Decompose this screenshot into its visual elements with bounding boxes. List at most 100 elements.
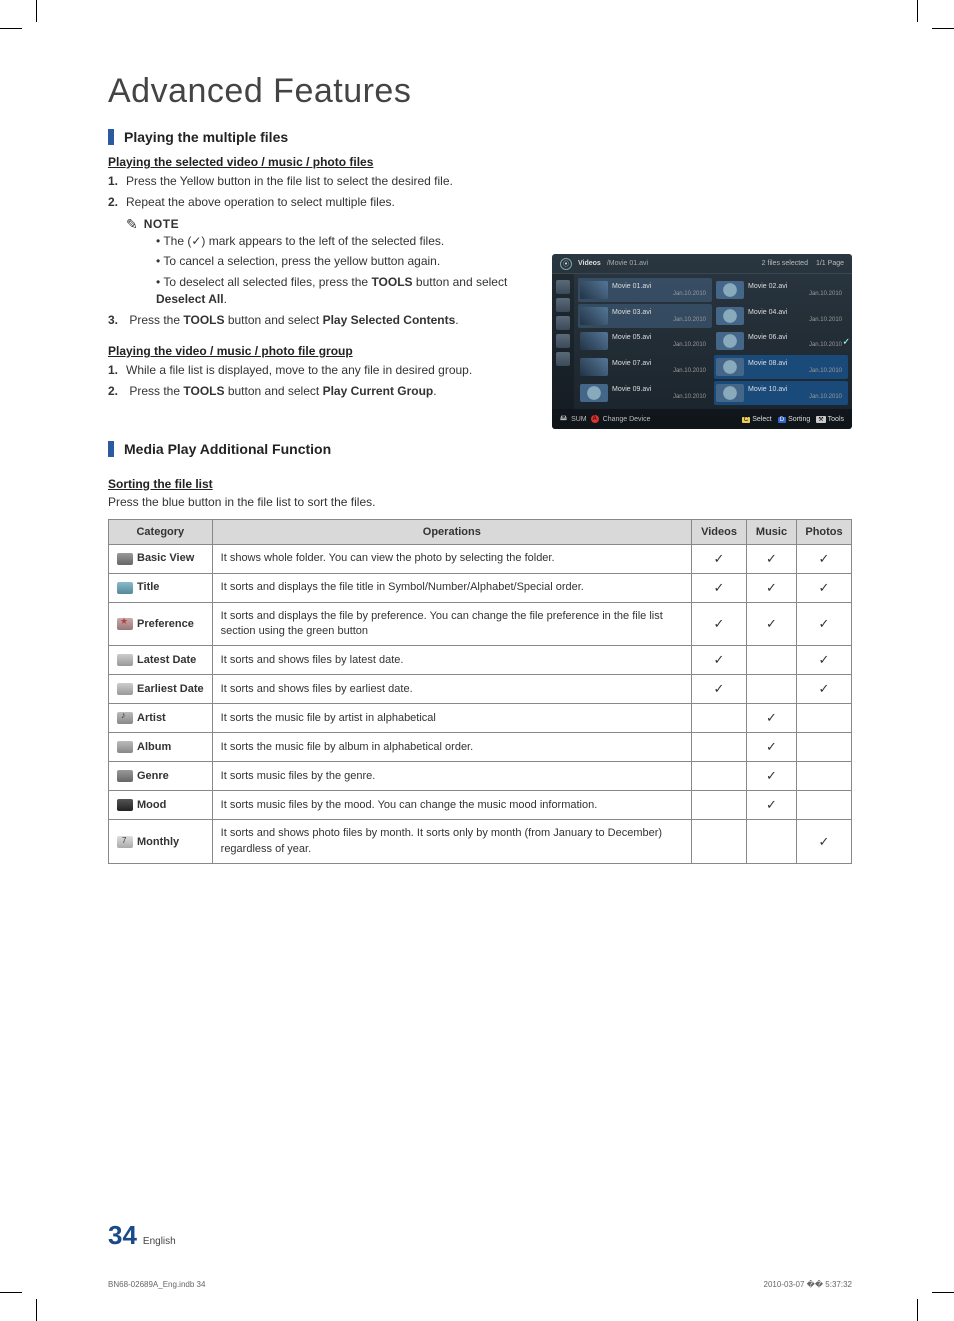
tv-path: /Movie 01.avi [607, 260, 648, 267]
tv-file-cell: Movie 06.aviJan.10.2010 [714, 330, 848, 354]
file-name: Movie 10.avi [748, 386, 846, 393]
file-date: Jan.10.2010 [748, 317, 846, 323]
file-name: Movie 02.avi [748, 283, 846, 290]
cell-category: Title [109, 573, 213, 602]
cell-operation: It sorts and shows files by latest date. [212, 646, 691, 675]
tv-file-cell: Movie 02.aviJan.10.2010 [714, 278, 848, 302]
category-label: Basic View [137, 553, 194, 565]
section-media-play-additional: Media Play Additional Function [108, 441, 852, 457]
cell-photos: ✓ [797, 544, 852, 573]
category-icon [117, 582, 133, 594]
doc-ref: BN68-02689A_Eng.indb 34 [108, 1280, 205, 1289]
cell-videos: ✓ [692, 646, 747, 675]
tv-file-grid: ✓Movie 01.aviJan.10.2010Movie 02.aviJan.… [574, 274, 852, 409]
category-label: Title [137, 582, 159, 594]
file-thumb-icon [716, 307, 744, 325]
gstep2-c: . [433, 384, 436, 398]
cell-photos [797, 704, 852, 733]
category-label: Genre [137, 770, 169, 782]
section-heading-2: Media Play Additional Function [124, 441, 331, 457]
cell-photos: ✓ [797, 602, 852, 646]
cell-music: ✓ [747, 544, 797, 573]
file-date: Jan.10.2010 [748, 291, 846, 297]
step-2: 2.Repeat the above operation to select m… [108, 194, 528, 211]
device-icon: 🖴 [560, 414, 567, 425]
cell-music: ✓ [747, 733, 797, 762]
tv-page-indicator: 1/1 Page [816, 260, 844, 267]
main-title: Advanced Features [108, 72, 852, 111]
yellow-key-icon: C [742, 417, 750, 423]
film-reel-icon: ⦿ [560, 258, 572, 270]
cell-music: ✓ [747, 762, 797, 791]
page-number: 34 [108, 1220, 137, 1251]
cell-videos: ✓ [692, 573, 747, 602]
subhead-sorting: Sorting the file list [108, 477, 852, 491]
select-label: Select [752, 416, 771, 423]
note-row: ✎ NOTE [126, 216, 528, 233]
category-icon [117, 654, 133, 666]
file-date: Jan.10.2010 [612, 291, 710, 297]
cell-videos [692, 733, 747, 762]
group-step-1: 1.While a file list is displayed, move t… [108, 362, 528, 379]
bullet3-c: . [224, 292, 227, 306]
subhead-file-group: Playing the video / music / photo file g… [108, 344, 528, 358]
select-hint: CSelect [742, 416, 772, 423]
step-1: 1.Press the Yellow button in the file li… [108, 173, 528, 190]
tv-sidebar [552, 274, 574, 409]
file-date: Jan.10.2010 [612, 342, 710, 348]
sorting-table: Category Operations Videos Music Photos … [108, 519, 852, 865]
sidebar-icon [556, 316, 570, 330]
category-label: Mood [137, 799, 166, 811]
category-icon [117, 618, 133, 630]
category-label: Artist [137, 712, 166, 724]
cell-photos [797, 791, 852, 820]
category-icon [117, 836, 133, 848]
file-date: Jan.10.2010 [748, 342, 846, 348]
tv-selected-count: 2 files selected [762, 260, 808, 267]
file-name: Movie 04.avi [748, 309, 846, 316]
table-row: Title It sorts and displays the file titl… [109, 573, 852, 602]
note-bullet-2: To cancel a selection, press the yellow … [156, 253, 528, 270]
th-music: Music [747, 519, 797, 544]
tools-key-icon: ⚒ [816, 416, 825, 423]
table-row: Basic View It shows whole folder. You can… [109, 544, 852, 573]
file-thumb-icon [716, 384, 744, 402]
cell-operation: It sorts and displays the file title in … [212, 573, 691, 602]
cell-music: ✓ [747, 791, 797, 820]
tv-file-cell: ✓Movie 03.aviJan.10.2010 [578, 304, 712, 328]
note-bullet-3: To deselect all selected files, press th… [156, 274, 528, 309]
file-thumb-icon [716, 281, 744, 299]
cell-photos: ✓ [797, 820, 852, 864]
step-3: 3. Press the TOOLS button and select Pla… [108, 312, 528, 329]
file-date: Jan.10.2010 [612, 317, 710, 323]
cell-operation: It shows whole folder. You can view the … [212, 544, 691, 573]
page-footer: 34 English [108, 1220, 176, 1251]
category-icon [117, 741, 133, 753]
cell-photos: ✓ [797, 646, 852, 675]
cell-category: Mood [109, 791, 213, 820]
tools-hint: ⚒Tools [816, 416, 844, 423]
sidebar-icon [556, 334, 570, 348]
step3-c: . [455, 313, 458, 327]
cell-music [747, 675, 797, 704]
file-name: Movie 01.avi [612, 283, 710, 290]
bullet3-b: button and select [413, 275, 508, 289]
th-operations: Operations [212, 519, 691, 544]
th-photos: Photos [797, 519, 852, 544]
cell-music: ✓ [747, 704, 797, 733]
category-icon [117, 799, 133, 811]
cell-operation: It sorts the music file by album in alph… [212, 733, 691, 762]
group-step1-text: While a file list is displayed, move to … [126, 363, 472, 377]
section-playing-multiple: Playing the multiple files [108, 129, 528, 145]
category-icon [117, 553, 133, 565]
file-thumb-icon [580, 281, 608, 299]
sidebar-icon [556, 298, 570, 312]
cell-operation: It sorts music files by the genre. [212, 762, 691, 791]
file-date: Jan.10.2010 [748, 394, 846, 400]
table-row: PreferenceIt sorts and displays the file… [109, 602, 852, 646]
file-thumb-icon [580, 358, 608, 376]
cell-photos: ✓ [797, 675, 852, 704]
tv-screenshot-mock: ⦿ Videos /Movie 01.avi 2 files selected … [552, 254, 852, 429]
file-name: Movie 06.avi [748, 334, 846, 341]
gstep2-play: Play Current Group [323, 384, 434, 398]
